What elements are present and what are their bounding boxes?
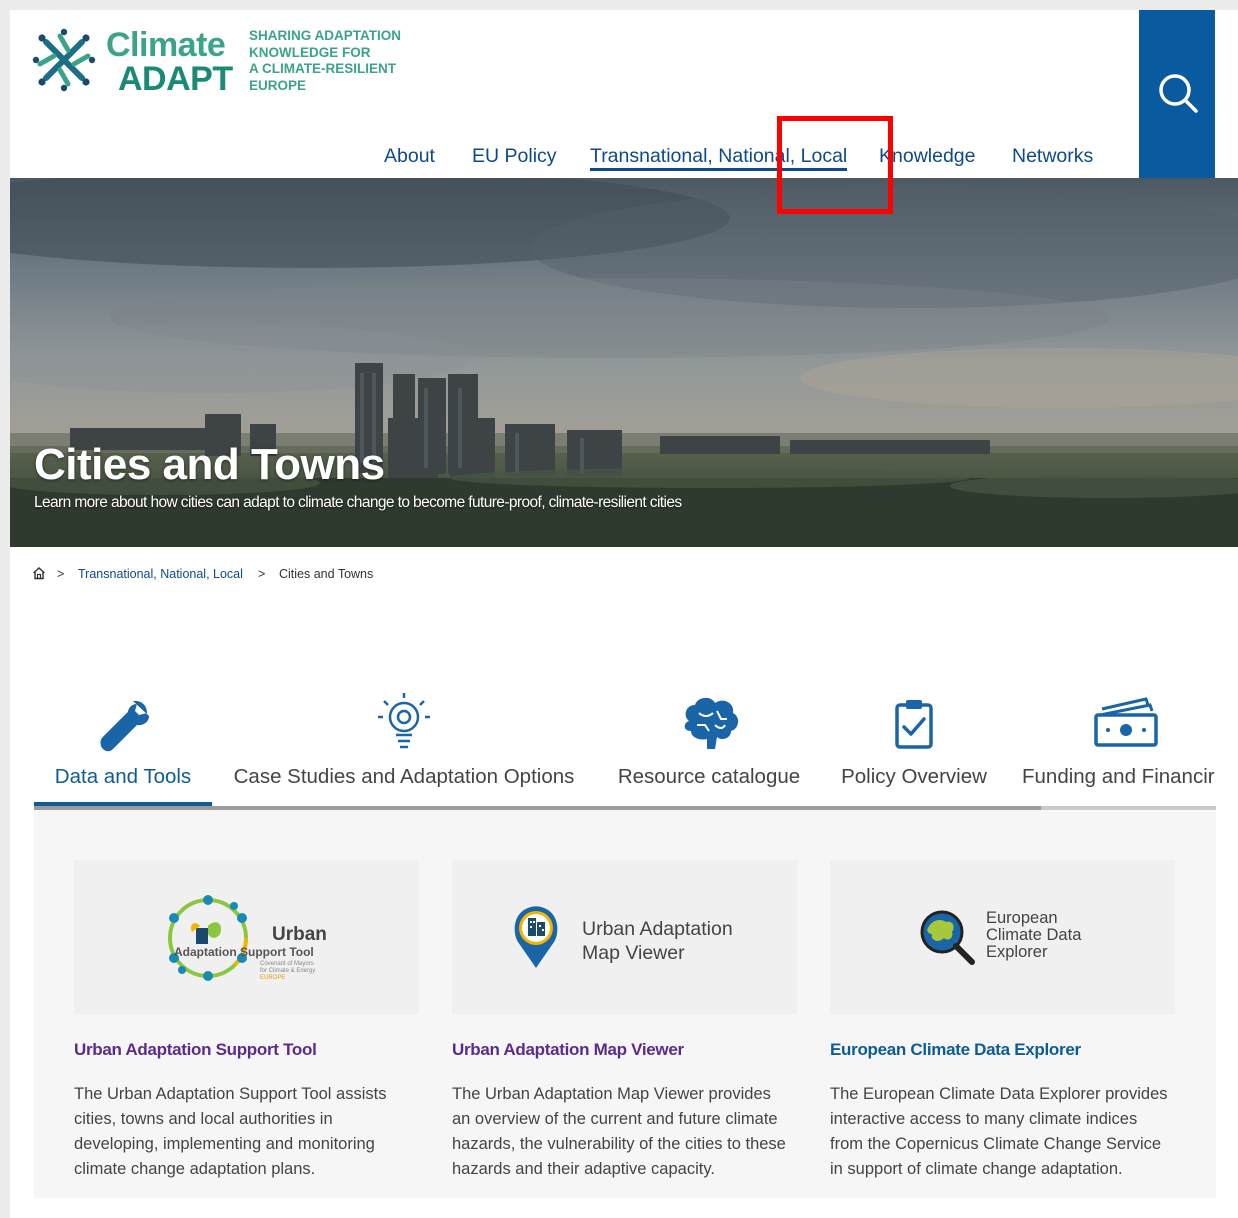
breadcrumb-home[interactable] — [32, 566, 46, 583]
tab-label: Policy Overview — [841, 765, 987, 788]
tab-label: Funding and Financir — [1022, 765, 1215, 788]
brain-icon — [684, 697, 739, 749]
nav-item-eu-policy[interactable]: EU Policy — [472, 145, 557, 168]
clipboard-check-icon — [895, 700, 933, 749]
map-pin-icon — [514, 906, 558, 968]
card-description: The Urban Adaptation Map Viewer provides… — [452, 1085, 786, 1178]
tab-content-panel: Urban Adaptation Support Tool Covenant o… — [34, 810, 1216, 1198]
tab-funding-and-financing[interactable]: Funding and Financir — [1020, 685, 1216, 810]
logo-word-climate: Climate — [106, 26, 226, 64]
main-nav: About EU Policy Transnational, National,… — [10, 140, 1140, 178]
tab-label: Data and Tools — [54, 765, 192, 788]
breadcrumb-separator: > — [258, 567, 266, 581]
search-button[interactable] — [1139, 10, 1215, 178]
search-icon — [1159, 74, 1198, 113]
tab-resource-catalogue[interactable]: Resource catalogue — [609, 685, 809, 810]
hero-banner: Cities and Towns Learn more about how ci… — [10, 178, 1238, 547]
breadcrumb-current: Cities and Towns — [279, 567, 374, 581]
city-skyline-image — [10, 178, 1238, 547]
wrench-icon — [100, 700, 149, 752]
tab-data-and-tools[interactable]: Data and Tools — [34, 685, 212, 810]
card-title-link[interactable]: European Climate Data Explorer — [830, 1040, 1081, 1060]
card-description: The European Climate Data Explorer provi… — [830, 1085, 1168, 1178]
page: Climate ADAPT SHARING ADAPTATION KNOWLED… — [10, 10, 1238, 1218]
tab-label: Case Studies and Adaptation Options — [233, 765, 575, 788]
hero-title: Cities and Towns — [34, 440, 385, 489]
tab-policy-overview[interactable]: Policy Overview — [834, 685, 994, 810]
magnifier-globe-icon — [920, 910, 975, 965]
money-icon — [1094, 697, 1158, 747]
card-image[interactable]: European Climate Data Explorer — [830, 860, 1175, 1014]
tab-label: Resource catalogue — [617, 765, 801, 788]
lightbulb-icon — [378, 693, 430, 749]
logo-tagline: SHARING ADAPTATION KNOWLEDGE FOR A CLIMA… — [249, 28, 401, 93]
nav-item-networks[interactable]: Networks — [1012, 145, 1093, 168]
card-description: The Urban Adaptation Support Tool assist… — [74, 1085, 387, 1178]
site-header: Climate ADAPT SHARING ADAPTATION KNOWLED… — [10, 10, 1238, 178]
section-tabs: Data and Tools Case Studies and Adaptati… — [34, 685, 1216, 815]
breadcrumb-link-transnational[interactable]: Transnational, National, Local — [78, 567, 243, 581]
logo-word-adapt: ADAPT — [118, 60, 233, 98]
tab-case-studies[interactable]: Case Studies and Adaptation Options — [224, 685, 584, 810]
card-image[interactable]: Urban Adaptation Map Viewer — [452, 860, 797, 1014]
hero-subtitle: Learn more about how cities can adapt to… — [34, 494, 682, 511]
card-title-link[interactable]: Urban Adaptation Support Tool — [74, 1040, 317, 1060]
breadcrumb-separator: > — [57, 567, 65, 581]
nav-item-knowledge[interactable]: Knowledge — [879, 145, 976, 168]
highlight-box — [777, 116, 893, 214]
active-tab-indicator — [34, 802, 212, 806]
card-title-link[interactable]: Urban Adaptation Map Viewer — [452, 1040, 684, 1060]
card-image[interactable]: Urban Adaptation Support Tool Covenant o… — [74, 860, 419, 1014]
nav-item-about[interactable]: About — [384, 145, 435, 168]
climate-adapt-logo[interactable]: Climate ADAPT SHARING ADAPTATION KNOWLED… — [32, 28, 412, 98]
logo-mark-icon — [32, 28, 96, 92]
home-icon — [33, 567, 45, 580]
